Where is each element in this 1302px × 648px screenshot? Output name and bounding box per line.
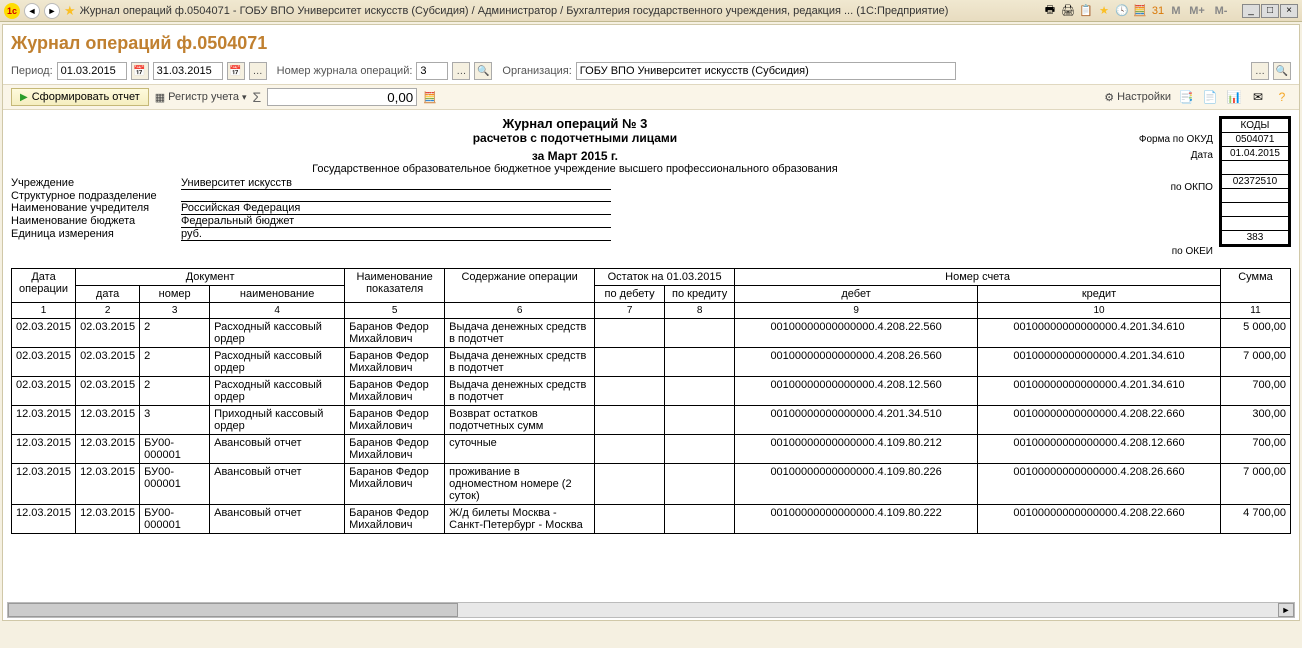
nav-fwd-button[interactable]: ► (44, 3, 60, 19)
report-title-3: за Март 2015 г. (11, 149, 1139, 163)
params-bar: Период: 📅 📅 … Номер журнала операций: … … (3, 58, 1299, 84)
codes-block: Форма по ОКУД Дата по ОКПО по ОКЕИ КОДЫ … (1139, 116, 1291, 260)
titlebar: 1c ◄ ► ★ Журнал операций ф.0504071 - ГОБ… (0, 0, 1302, 22)
report-area[interactable]: Журнал операций № 3 расчетов с подотчетн… (3, 110, 1299, 620)
content-area: Журнал операций ф.0504071 Период: 📅 📅 … … (2, 24, 1300, 621)
mail-icon[interactable]: ✉ (1249, 88, 1267, 106)
table-row[interactable]: 02.03.201502.03.20152Расходный кассовый … (12, 319, 1291, 348)
m-minus-button[interactable]: M- (1210, 3, 1232, 19)
org-picker-button[interactable]: … (1251, 62, 1269, 80)
org-info: УчреждениеУниверситет искусств Структурн… (11, 177, 1139, 241)
period-picker-button[interactable]: … (249, 62, 267, 80)
window-title: Журнал операций ф.0504071 - ГОБУ ВПО Уни… (80, 5, 1038, 17)
table-row[interactable]: 12.03.201512.03.2015БУ00-000001Авансовый… (12, 464, 1291, 505)
sigma-icon: Σ (253, 89, 262, 105)
date-to-input[interactable] (153, 62, 223, 80)
table-icon: ▦ (155, 91, 165, 104)
org-label: Организация: (502, 65, 571, 77)
calendar-icon[interactable]: 31 (1150, 3, 1166, 19)
page-title: Журнал операций ф.0504071 (3, 25, 1299, 58)
table-row[interactable]: 12.03.201512.03.2015БУ00-000001Авансовый… (12, 435, 1291, 464)
app-logo-icon: 1c (4, 3, 20, 19)
sum-input[interactable] (267, 88, 417, 106)
star-icon[interactable]: ★ (1096, 3, 1112, 19)
org-search-icon[interactable]: 🔍 (1273, 62, 1291, 80)
help-icon[interactable]: ? (1273, 88, 1291, 106)
journal-num-label: Номер журнала операций: (277, 65, 413, 77)
chevron-down-icon: ▾ (242, 92, 247, 103)
journal-table: Дата операции Документ Наименование пока… (11, 268, 1291, 534)
copy-icon[interactable]: 📋 (1078, 3, 1094, 19)
play-icon: ▶ (20, 92, 28, 103)
settings-link[interactable]: ⚙ Настройки (1104, 91, 1171, 104)
journal-num-input[interactable] (416, 62, 448, 80)
tool2-icon[interactable]: 📄 (1201, 88, 1219, 106)
scroll-thumb[interactable] (8, 603, 458, 617)
calc-icon[interactable]: 🧮 (1132, 3, 1148, 19)
tool3-icon[interactable]: 📊 (1225, 88, 1243, 106)
history-icon[interactable]: 🕓 (1114, 3, 1130, 19)
favorite-icon[interactable]: ★ (64, 3, 76, 19)
generate-label: Сформировать отчет (32, 91, 140, 103)
m-button[interactable]: M (1168, 3, 1184, 19)
tool1-icon[interactable]: 📑 (1177, 88, 1195, 106)
org-full-name: Государственное образовательное бюджетно… (11, 163, 1139, 175)
table-row[interactable]: 02.03.201502.03.20152Расходный кассовый … (12, 377, 1291, 406)
close-button[interactable]: × (1280, 4, 1298, 18)
m-plus-button[interactable]: M+ (1186, 3, 1208, 19)
calendar-to-icon[interactable]: 📅 (227, 62, 245, 80)
journal-search-icon[interactable]: 🔍 (474, 62, 492, 80)
calendar-from-icon[interactable]: 📅 (131, 62, 149, 80)
date-from-input[interactable] (57, 62, 127, 80)
report-title-2: расчетов с подотчетными лицами (11, 131, 1139, 145)
calc-button[interactable]: 🧮 (423, 91, 437, 104)
generate-report-button[interactable]: ▶ Сформировать отчет (11, 88, 149, 106)
titlebar-tools: 🖶 🖨 📋 ★ 🕓 🧮 31 M M+ M- (1042, 3, 1232, 19)
org-input[interactable] (576, 62, 956, 80)
maximize-button[interactable]: □ (1261, 4, 1279, 18)
table-row[interactable]: 02.03.201502.03.20152Расходный кассовый … (12, 348, 1291, 377)
register-link[interactable]: ▦ Регистр учета ▾ (155, 91, 247, 104)
print-icon[interactable]: 🖶 (1042, 3, 1058, 19)
nav-back-button[interactable]: ◄ (24, 3, 40, 19)
minimize-button[interactable]: _ (1242, 4, 1260, 18)
print2-icon[interactable]: 🖨 (1060, 3, 1076, 19)
gear-icon: ⚙ (1104, 91, 1114, 104)
scroll-right-icon[interactable]: ► (1278, 603, 1294, 617)
table-row[interactable]: 12.03.201512.03.2015БУ00-000001Авансовый… (12, 505, 1291, 534)
report-title-1: Журнал операций № 3 (11, 116, 1139, 131)
period-label: Период: (11, 65, 53, 77)
journal-picker-button[interactable]: … (452, 62, 470, 80)
horizontal-scrollbar[interactable]: ◄ ► (7, 602, 1295, 618)
toolbar: ▶ Сформировать отчет ▦ Регистр учета ▾ Σ… (3, 84, 1299, 110)
table-row[interactable]: 12.03.201512.03.20153Приходный кассовый … (12, 406, 1291, 435)
